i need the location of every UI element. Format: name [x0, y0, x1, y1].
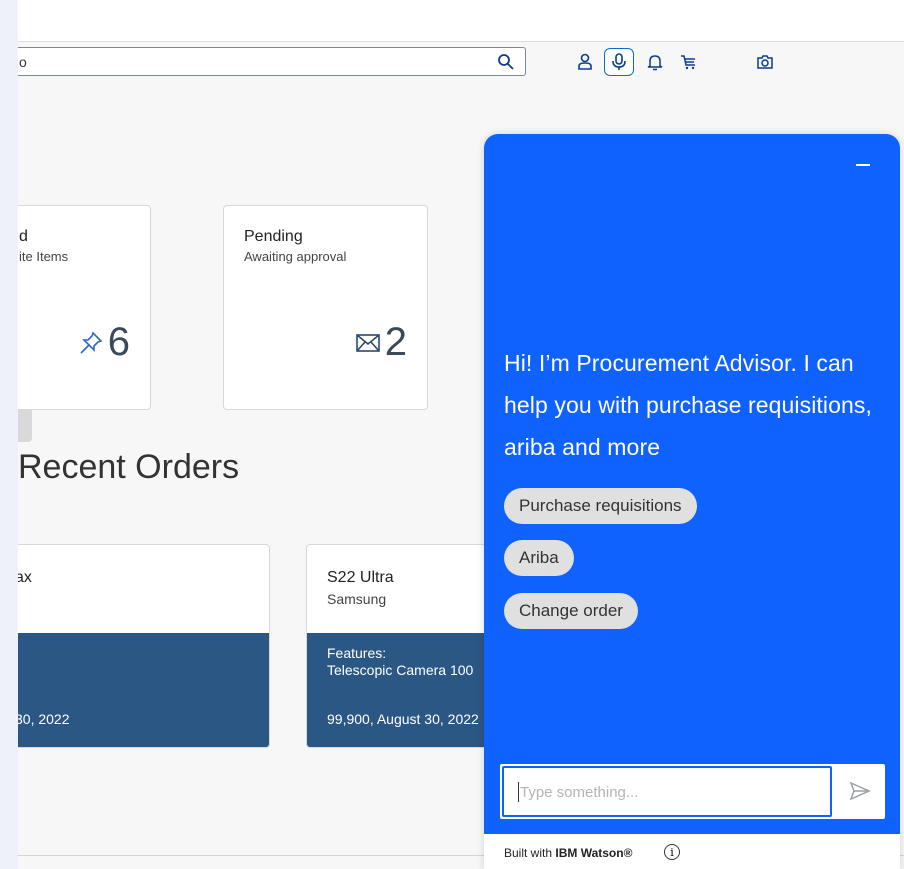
card-product-name: ax [18, 569, 32, 586]
top-bar [18, 0, 904, 42]
chat-input-placeholder: Type something... [520, 784, 639, 801]
send-icon[interactable] [849, 780, 871, 802]
chat-body: Hi! I’m Procurement Advisor. I can help … [484, 134, 900, 834]
chat-input-field[interactable]: Type something... [502, 766, 832, 817]
search-field[interactable]: o [18, 47, 526, 76]
tile-subtitle: ite Items [19, 249, 69, 264]
card-price-date: 30, 2022 [18, 711, 70, 727]
minimize-icon[interactable] [852, 154, 874, 176]
user-icon[interactable] [570, 48, 600, 76]
cart-icon[interactable] [674, 48, 704, 76]
text-caret [518, 782, 519, 802]
chat-panel: Hi! I’m Procurement Advisor. I can help … [484, 134, 900, 869]
chip-purchase-requisitions[interactable]: Purchase requisitions [504, 488, 697, 524]
card-details-band: 30, 2022 [18, 633, 269, 747]
card-product-name: S22 Ultra [327, 569, 394, 586]
chip-ariba[interactable]: Ariba [504, 540, 574, 576]
footer-prefix: Built with [504, 846, 556, 860]
chat-input-container: Type something... [500, 764, 885, 819]
recent-orders-heading: Recent Orders [18, 448, 240, 486]
mail-icon [355, 333, 380, 352]
info-icon[interactable]: i [664, 844, 680, 860]
tile-count: 2 [355, 320, 407, 365]
tile-count-value: 6 [107, 320, 130, 364]
tile-title: Pending [244, 228, 303, 245]
card-features-label: Features: [327, 645, 387, 661]
chip-change-order[interactable]: Change order [504, 593, 638, 629]
chat-footer: Built with IBM Watson® i [484, 834, 900, 869]
camera-icon[interactable] [750, 48, 780, 76]
tile-count: 6 [78, 320, 130, 365]
bell-icon[interactable] [640, 48, 670, 76]
pin-icon [80, 331, 103, 354]
tile-subtitle: Awaiting approval [244, 249, 347, 264]
order-card[interactable]: ax 30, 2022 [18, 544, 270, 748]
card-price-date: 99,900, August 30, 2022 [327, 711, 479, 727]
built-with-text: Built with IBM Watson® [504, 846, 632, 860]
search-icon[interactable] [497, 53, 515, 71]
assistant-greeting: Hi! I’m Procurement Advisor. I can help … [504, 350, 872, 460]
footer-brand: IBM Watson® [555, 846, 633, 860]
card-brand: Samsung [327, 591, 387, 607]
tile-favorite-items[interactable]: d ite Items 6 [18, 205, 151, 410]
card-features-value: Telescopic Camera 100 [327, 662, 474, 678]
tile-count-value: 2 [384, 320, 407, 364]
tile-title: d [19, 228, 28, 245]
search-input-value: o [19, 54, 27, 70]
microphone-icon[interactable] [604, 48, 634, 76]
tile-pending[interactable]: Pending Awaiting approval 2 [223, 205, 428, 410]
